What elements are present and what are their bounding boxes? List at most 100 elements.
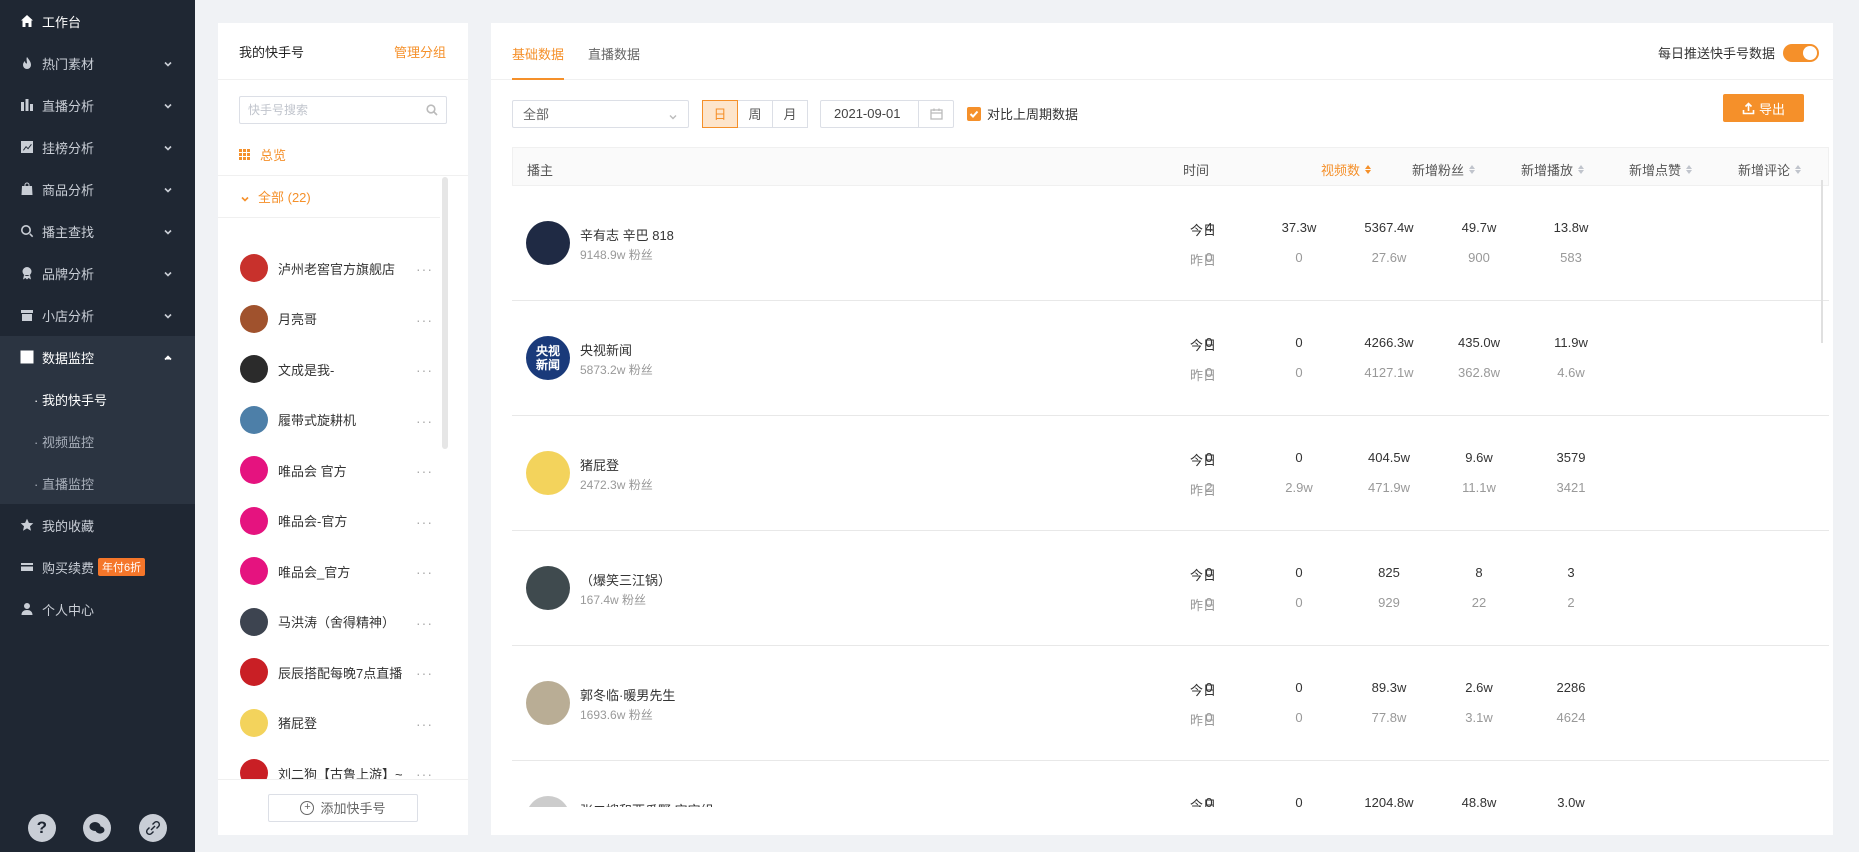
account-list-item[interactable]: 唯品会 官方 ··· — [218, 445, 468, 496]
cell-fans-yesterday: 0 — [1295, 710, 1303, 725]
anchor-name[interactable]: 辛有志 辛巴 818 — [580, 225, 674, 244]
avatar — [240, 607, 268, 636]
more-icon[interactable]: ··· — [416, 312, 433, 328]
more-icon[interactable]: ··· — [416, 564, 433, 580]
fire-icon — [20, 56, 34, 70]
overview-item[interactable]: 总览 — [218, 134, 468, 176]
more-icon[interactable]: ··· — [416, 716, 433, 732]
table-row[interactable]: 辛有志 辛巴 818 9148.9w 粉丝 今日 昨日 4 0 37.3w 0 5367.4w 2… — [512, 186, 1829, 301]
nav-renewal[interactable]: 购买续费 年付6折 — [0, 546, 195, 588]
group-select[interactable]: 全部 — [512, 99, 689, 128]
account-list-scrollbar[interactable] — [442, 177, 448, 449]
daily-push-switch[interactable] — [1783, 43, 1819, 62]
table-row[interactable]: 郭冬临·暖男先生 1693.6w 粉丝 今日 昨日 0 0 0 0 89.3w 77.8w 2.6w… — [512, 646, 1829, 761]
period-day-button[interactable]: 日 — [702, 99, 738, 128]
nav-workbench[interactable]: 工作台 — [0, 0, 195, 42]
sidebar-footer: ? — [0, 814, 195, 842]
table-row[interactable]: 张二嫂和西瓜野 宝宝组今日昨日001204.8w48.8w3.0w — [512, 761, 1829, 807]
anchor-name[interactable]: 央视新闻 — [580, 340, 632, 359]
col-new-plays[interactable]: 新增播放 — [1521, 160, 1585, 179]
tab-live-data[interactable]: 直播数据 — [588, 44, 640, 79]
accounts-footer: + 添加快手号 — [218, 779, 468, 835]
account-list-item[interactable]: 唯品会_官方 ··· — [218, 546, 468, 597]
col-new-fans[interactable]: 新增粉丝 — [1412, 160, 1476, 179]
more-icon[interactable]: ··· — [416, 362, 433, 378]
sort-icon[interactable] — [1469, 165, 1476, 174]
col-new-comments[interactable]: 新增评论 — [1738, 160, 1802, 179]
account-list-item[interactable]: 文成是我- ··· — [218, 344, 468, 395]
more-icon[interactable]: ··· — [416, 514, 433, 530]
account-list-item[interactable]: 刘二狗【古鲁上游】~ ··· — [218, 748, 468, 783]
tab-basic-data[interactable]: 基础数据 — [512, 44, 565, 80]
cell-comments-today: 3579 — [1556, 450, 1586, 465]
table-row[interactable]: 央视新闻 央视新闻 5873.2w 粉丝 今日 昨日 0 0 0 0 4266.3w 4127.1w… — [512, 301, 1829, 416]
account-list-item[interactable]: 猪屁登 ··· — [218, 698, 468, 749]
sort-icon[interactable] — [1365, 165, 1372, 174]
nav-product-analysis[interactable]: 商品分析 — [0, 168, 195, 210]
nav-store-analysis[interactable]: 小店分析 — [0, 294, 195, 336]
nav-live-analysis[interactable]: 直播分析 — [0, 84, 195, 126]
export-label: 导出 — [1758, 101, 1785, 117]
nav-brand-analysis[interactable]: 品牌分析 — [0, 252, 195, 294]
more-icon[interactable]: ··· — [416, 413, 433, 429]
account-list-item[interactable]: 辰辰搭配每晚7点直播 ··· — [218, 647, 468, 698]
period-month-button[interactable]: 月 — [772, 99, 808, 128]
col-new-likes[interactable]: 新增点赞 — [1629, 160, 1693, 179]
table-scrollbar[interactable] — [1821, 180, 1823, 343]
anchor-name[interactable]: 张二嫂和西瓜野 宝宝组 — [580, 800, 714, 807]
sub-item-live-monitor[interactable]: · 直播监控 — [0, 462, 195, 504]
nav-hot-material[interactable]: 热门素材 — [0, 42, 195, 84]
cell-comments-yesterday: 3421 — [1556, 480, 1586, 495]
manage-groups-link[interactable]: 管理分组 — [394, 42, 446, 61]
date-picker[interactable]: 2021-09-01 — [820, 99, 954, 128]
nav-rank-analysis[interactable]: 挂榜分析 — [0, 126, 195, 168]
link-icon[interactable] — [139, 814, 168, 842]
nav-data-monitor[interactable]: 数据监控 — [0, 336, 195, 378]
chevron-up-icon — [163, 351, 173, 361]
add-account-button[interactable]: + 添加快手号 — [268, 793, 418, 822]
more-icon[interactable]: ··· — [416, 463, 433, 479]
sort-icon[interactable] — [1686, 165, 1693, 174]
award-icon — [20, 266, 34, 280]
nav-profile[interactable]: 个人中心 — [0, 588, 195, 630]
account-search[interactable] — [239, 96, 447, 124]
sub-item-video-monitor[interactable]: · 视频监控 — [0, 420, 195, 462]
anchor-name[interactable]: 郭冬临·暖男先生 — [580, 685, 675, 704]
account-list-item[interactable]: 泸州老窖官方旗舰店 ··· — [218, 243, 468, 294]
nav-favorites[interactable]: 我的收藏 — [0, 504, 195, 546]
wechat-icon[interactable] — [83, 814, 112, 842]
anchor-name[interactable]: （爆笑三江锅） — [580, 570, 671, 589]
account-search-input[interactable] — [248, 103, 438, 117]
anchor-fans: 167.4w 粉丝 — [580, 593, 647, 607]
sort-icon[interactable] — [1578, 165, 1585, 174]
calendar-icon[interactable] — [930, 108, 943, 120]
account-list-item[interactable]: 唯品会-官方 ··· — [218, 496, 468, 547]
avatar — [240, 658, 268, 687]
cell-fans-today: 0 — [1295, 795, 1303, 807]
group-all[interactable]: 全部 (22) — [218, 176, 440, 218]
more-icon[interactable]: ··· — [416, 261, 433, 277]
export-button[interactable]: 导出 — [1723, 94, 1804, 122]
cell-plays-today: 1204.8w — [1364, 795, 1414, 807]
sub-item-my-kuaishou[interactable]: · 我的快手号 — [0, 378, 195, 420]
search-icon[interactable] — [426, 104, 438, 116]
anchor-name[interactable]: 猪屁登 — [580, 455, 619, 474]
more-icon[interactable]: ··· — [416, 615, 433, 631]
checkbox-checked-icon[interactable] — [967, 106, 981, 121]
compare-checkbox[interactable]: 对比上周期数据 — [967, 104, 1078, 123]
account-list-item[interactable]: 马洪涛（舍得精神） ··· — [218, 597, 468, 648]
discount-badge: 年付6折 — [98, 558, 146, 576]
account-list-item[interactable]: 履带式旋耕机 ··· — [218, 395, 468, 446]
avatar-logo-text: 央视新闻 — [535, 344, 560, 372]
account-list-item[interactable]: 月亮哥 ··· — [218, 294, 468, 345]
table-row[interactable]: 猪屁登 2472.3w 粉丝 今日 昨日 0 2 0 2.9w 404.5w 471.9w 9.6w… — [512, 416, 1829, 531]
avatar — [240, 405, 268, 434]
anchor-fans: 1693.6w 粉丝 — [580, 708, 653, 722]
col-videos[interactable]: 视频数 — [1321, 160, 1372, 179]
table-row[interactable]: （爆笑三江锅） 167.4w 粉丝 今日 昨日 0 0 0 0 825 929 8 22 3 2 — [512, 531, 1829, 646]
nav-anchor-search[interactable]: 播主查找 — [0, 210, 195, 252]
period-week-button[interactable]: 周 — [737, 99, 773, 128]
help-icon[interactable]: ? — [27, 814, 56, 842]
sort-icon[interactable] — [1795, 165, 1802, 174]
more-icon[interactable]: ··· — [416, 665, 433, 681]
